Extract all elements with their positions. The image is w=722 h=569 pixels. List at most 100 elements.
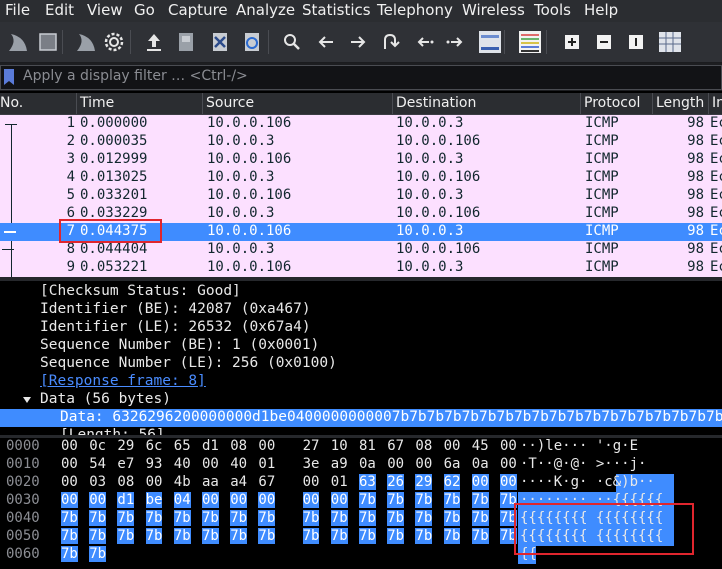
hex-byte[interactable]: d1: [117, 492, 135, 508]
hex-byte[interactable]: 7b: [471, 528, 489, 544]
hex-byte[interactable]: 7b: [258, 528, 276, 544]
close-file-icon[interactable]: [206, 28, 234, 56]
hex-byte[interactable]: 62: [443, 474, 461, 490]
response-frame-link[interactable]: [Response frame: 8]: [0, 373, 722, 391]
hex-byte[interactable]: 7b: [330, 510, 348, 526]
hex-byte[interactable]: 7b: [443, 528, 461, 544]
gear-options-icon[interactable]: [100, 28, 128, 56]
hex-byte[interactable]: 01: [331, 474, 348, 490]
menu-view[interactable]: View: [87, 1, 123, 19]
colorize-icon[interactable]: [516, 28, 544, 56]
packet-row[interactable]: 2 0.000035 10.0.0.3 10.0.0.106 ICMP 98 Ec: [0, 133, 722, 151]
hex-byte[interactable]: 00: [61, 438, 78, 454]
hex-byte[interactable]: 7b: [359, 528, 376, 544]
hex-byte[interactable]: 7b: [61, 528, 78, 544]
hex-byte[interactable]: 7b: [443, 510, 461, 526]
hex-byte[interactable]: 7b: [89, 528, 107, 544]
resize-columns-icon[interactable]: [656, 28, 684, 56]
hex-byte[interactable]: 00: [303, 474, 320, 490]
hex-byte[interactable]: 00: [230, 492, 248, 508]
hex-byte[interactable]: 93: [146, 456, 163, 472]
hex-byte[interactable]: 7b: [89, 510, 107, 526]
hex-byte[interactable]: 0a: [472, 456, 489, 472]
hex-byte[interactable]: 7b: [145, 510, 163, 526]
column-divider[interactable]: [76, 93, 77, 114]
hex-byte[interactable]: 63: [359, 474, 376, 490]
packet-row[interactable]: 4 0.013025 10.0.0.3 10.0.0.106 ICMP 98 Ec: [0, 169, 722, 187]
hex-byte[interactable]: 7b: [61, 546, 78, 562]
stop-square-icon[interactable]: [34, 28, 62, 56]
hex-byte[interactable]: 7b: [61, 510, 78, 526]
data-tree-node[interactable]: Data (56 bytes): [0, 391, 722, 409]
hex-byte[interactable]: 67: [387, 438, 404, 454]
hex-byte[interactable]: 7b: [202, 528, 219, 544]
hex-byte[interactable]: 01: [258, 456, 275, 472]
display-filter-input[interactable]: Apply a display filter … <Ctrl-/>: [0, 65, 722, 90]
column-divider[interactable]: [202, 93, 203, 114]
hex-byte[interactable]: 00: [61, 474, 78, 490]
column-header-source[interactable]: Source: [206, 95, 254, 111]
hex-byte[interactable]: 00: [387, 456, 404, 472]
save-file-icon[interactable]: [172, 28, 200, 56]
menu-telephony[interactable]: Telephony: [377, 1, 453, 19]
hex-byte[interactable]: 00: [61, 456, 78, 472]
ascii-text[interactable]: ··)le··· '·g·E: [520, 438, 638, 454]
hex-byte[interactable]: 7b: [230, 510, 248, 526]
bookmark-icon[interactable]: [4, 69, 14, 85]
menu-wireless[interactable]: Wireless: [462, 1, 525, 19]
hex-byte[interactable]: 3e: [303, 456, 320, 472]
hex-byte[interactable]: aa: [202, 474, 219, 490]
hex-byte[interactable]: 00: [471, 474, 489, 490]
hex-byte[interactable]: 65: [174, 438, 191, 454]
hex-byte[interactable]: a9: [331, 456, 348, 472]
hex-byte[interactable]: 7b: [415, 510, 433, 526]
column-header-no[interactable]: No.: [0, 95, 23, 111]
hex-byte[interactable]: 40: [174, 456, 191, 472]
menu-file[interactable]: File: [5, 1, 30, 19]
hex-byte[interactable]: 7b: [415, 492, 433, 508]
packet-row[interactable]: 5 0.033201 10.0.0.106 10.0.0.3 ICMP 98 Ec: [0, 187, 722, 205]
hex-byte[interactable]: 10: [331, 438, 348, 454]
hex-byte[interactable]: d1: [202, 438, 219, 454]
hex-byte[interactable]: 29: [117, 438, 134, 454]
hex-byte[interactable]: be: [145, 492, 163, 508]
column-header-in[interactable]: In: [712, 95, 722, 111]
hex-byte[interactable]: 7b: [145, 528, 163, 544]
hex-byte[interactable]: 7b: [387, 510, 405, 526]
hex-byte[interactable]: 7b: [330, 528, 348, 544]
column-header-time[interactable]: Time: [80, 95, 114, 111]
hex-byte[interactable]: 7b: [359, 510, 376, 526]
menu-statistics[interactable]: Statistics: [302, 1, 371, 19]
hex-byte[interactable]: 29: [415, 474, 433, 490]
menu-analyze[interactable]: Analyze: [236, 1, 295, 19]
hex-byte[interactable]: 7b: [302, 510, 320, 526]
menu-go[interactable]: Go: [134, 1, 155, 19]
autoscroll-icon[interactable]: [476, 28, 504, 56]
hex-byte[interactable]: 00: [330, 492, 348, 508]
hex-byte[interactable]: 00: [61, 492, 78, 508]
hex-byte[interactable]: 45: [472, 438, 489, 454]
hex-byte[interactable]: 7b: [302, 528, 320, 544]
hex-byte[interactable]: 7b: [89, 546, 107, 562]
hex-byte[interactable]: 7b: [387, 528, 405, 544]
hex-byte[interactable]: 0a: [359, 456, 376, 472]
arrow-right-icon[interactable]: [344, 28, 372, 56]
hex-byte[interactable]: 00: [202, 492, 219, 508]
hex-byte[interactable]: 7b: [117, 528, 135, 544]
hex-byte[interactable]: 54: [89, 456, 106, 472]
zoom-in-icon[interactable]: [558, 28, 586, 56]
hex-byte[interactable]: 7b: [230, 528, 248, 544]
hex-byte[interactable]: 7b: [202, 510, 219, 526]
hex-byte[interactable]: 04: [173, 492, 191, 508]
column-divider[interactable]: [708, 93, 709, 114]
hex-byte[interactable]: 00: [89, 492, 107, 508]
hex-byte[interactable]: 26: [387, 474, 405, 490]
expand-arrow-icon[interactable]: [23, 397, 31, 403]
hex-byte[interactable]: 4b: [174, 474, 191, 490]
hex-byte[interactable]: 7b: [258, 510, 276, 526]
ascii-text[interactable]: ····K·g· ·c&)b··: [520, 474, 655, 490]
column-header-protocol[interactable]: Protocol: [584, 95, 640, 111]
shark-fin-restart-icon[interactable]: [72, 28, 100, 56]
hex-byte[interactable]: 7b: [471, 492, 489, 508]
hex-byte[interactable]: 7b: [471, 510, 489, 526]
